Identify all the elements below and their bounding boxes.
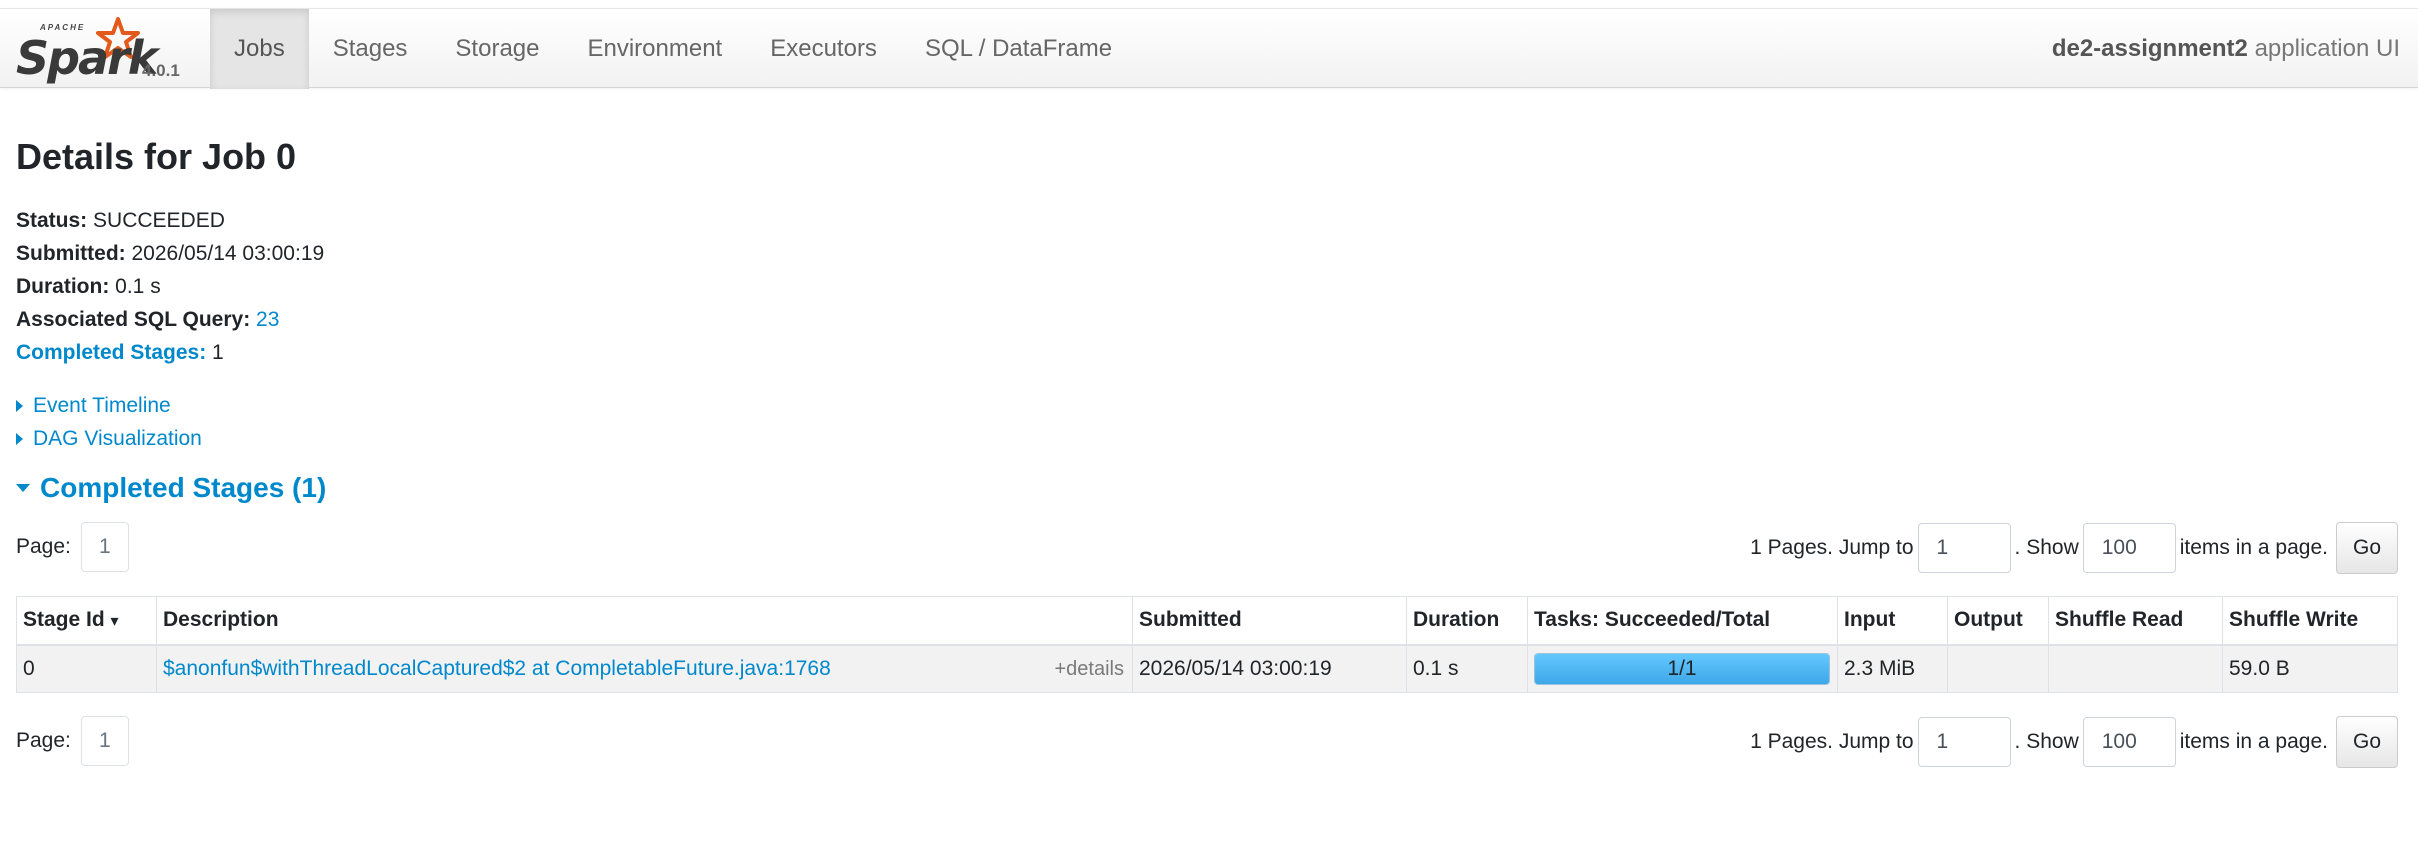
tasks-progress-label: 1/1: [1667, 656, 1697, 680]
tab-executors[interactable]: Executors: [746, 9, 901, 89]
pages-jump-text: 1 Pages. Jump to: [1750, 730, 1914, 753]
duration-cell: 0.1 s: [1406, 644, 1528, 693]
status-value: SUCCEEDED: [93, 209, 225, 232]
duration-value: 0.1 s: [115, 275, 161, 298]
page-size-input[interactable]: [2082, 523, 2176, 573]
page-size-input[interactable]: [2082, 717, 2176, 767]
pages-jump-text: 1 Pages. Jump to: [1750, 536, 1914, 559]
shuffle-read-cell: [2048, 644, 2223, 693]
bottom-page-nav: Page: 1: [16, 716, 129, 766]
column-header-stage-id[interactable]: Stage Id ▾: [16, 596, 157, 646]
output-cell: [1947, 644, 2049, 693]
submitted-cell: 2026/05/14 03:00:19: [1132, 644, 1407, 693]
top-page-nav: Page: 1: [16, 522, 129, 572]
event-timeline-label: Event Timeline: [33, 394, 171, 417]
sql-query-row: Associated SQL Query: 23: [16, 303, 324, 336]
column-header-submitted[interactable]: Submitted: [1132, 596, 1407, 646]
tab-environment[interactable]: Environment: [563, 9, 746, 89]
bottom-page-controls: 1 Pages. Jump to . Show items in a page.…: [1750, 716, 2398, 768]
page-number-button[interactable]: 1: [80, 522, 129, 572]
logo-spark-text: Spark: [16, 31, 158, 85]
arrow-down-icon: [16, 484, 30, 492]
dag-visualization-label: DAG Visualization: [33, 427, 202, 450]
details-toggle[interactable]: +details: [1055, 658, 1125, 681]
completed-stages-row: Completed Stages: 1: [16, 336, 324, 369]
page-title: Details for Job 0: [16, 136, 297, 177]
sort-desc-icon: ▾: [110, 613, 119, 631]
go-button[interactable]: Go: [2336, 522, 2398, 574]
completed-stages-header[interactable]: Completed Stages (1): [16, 472, 326, 504]
column-header-input[interactable]: Input: [1837, 596, 1948, 646]
tasks-progress-bar: 1/1: [1534, 652, 1830, 685]
submitted-value: 2026/05/14 03:00:19: [131, 242, 325, 265]
items-in-page-text: items in a page.: [2179, 536, 2328, 559]
description-cell: $anonfun$withThreadLocalCaptured$2 at Co…: [156, 644, 1133, 693]
stage-description-link[interactable]: $anonfun$withThreadLocalCaptured$2 at Co…: [163, 657, 831, 680]
table-header-row: Stage Id ▾ Description Submitted Duratio…: [16, 596, 2398, 646]
tab-storage[interactable]: Storage: [431, 9, 563, 89]
page-label: Page:: [16, 729, 71, 752]
arrow-right-icon: [16, 433, 23, 445]
column-header-shuffle-read[interactable]: Shuffle Read: [2048, 596, 2223, 646]
duration-label: Duration:: [16, 275, 110, 298]
column-header-output[interactable]: Output: [1947, 596, 2049, 646]
page-number-button[interactable]: 1: [80, 716, 129, 766]
submitted-row: Submitted: 2026/05/14 03:00:19: [16, 237, 324, 270]
tab-sql-dataframe[interactable]: SQL / DataFrame: [901, 9, 1136, 89]
app-suffix: application UI: [2247, 35, 2400, 62]
column-header-description[interactable]: Description: [156, 596, 1133, 646]
spark-logo[interactable]: APACHE Spark 4.0.1: [14, 13, 194, 85]
duration-row: Duration: 0.1 s: [16, 270, 324, 303]
column-header-tasks[interactable]: Tasks: Succeeded/Total: [1527, 596, 1838, 646]
event-timeline-toggle[interactable]: Event Timeline: [16, 394, 171, 418]
show-text: . Show: [2014, 536, 2079, 559]
top-page-controls: 1 Pages. Jump to . Show items in a page.…: [1750, 522, 2398, 574]
job-summary: Status: SUCCEEDED Submitted: 2026/05/14 …: [16, 204, 324, 369]
column-header-shuffle-write[interactable]: Shuffle Write: [2222, 596, 2398, 646]
status-row: Status: SUCCEEDED: [16, 204, 324, 237]
dag-visualization-toggle[interactable]: DAG Visualization: [16, 427, 202, 451]
tab-jobs[interactable]: Jobs: [210, 9, 309, 89]
show-text: . Show: [2014, 730, 2079, 753]
completed-stages-table: Stage Id ▾ Description Submitted Duratio…: [16, 596, 2398, 693]
spark-version: 4.0.1: [142, 61, 180, 80]
tab-stages[interactable]: Stages: [309, 9, 432, 89]
shuffle-write-cell: 59.0 B: [2222, 644, 2398, 693]
submitted-label: Submitted:: [16, 242, 126, 265]
items-in-page-text: items in a page.: [2179, 730, 2328, 753]
status-label: Status:: [16, 209, 88, 232]
top-navbar: APACHE Spark 4.0.1 Jobs Stages Storage E…: [0, 8, 2418, 89]
completed-stages-link[interactable]: Completed Stages:: [16, 341, 206, 364]
stage-id-cell: 0: [16, 644, 157, 693]
completed-stages-title: Completed Stages (1): [40, 472, 327, 503]
app-name: de2-assignment2: [2051, 35, 2248, 62]
table-row: 0 $anonfun$withThreadLocalCaptured$2 at …: [16, 644, 2398, 693]
column-header-duration[interactable]: Duration: [1406, 596, 1528, 646]
go-button[interactable]: Go: [2336, 716, 2398, 768]
application-title: de2-assignment2 application UI: [2052, 9, 2400, 89]
completed-stages-value: 1: [212, 341, 224, 364]
jump-to-page-input[interactable]: [1917, 523, 2011, 573]
arrow-right-icon: [16, 400, 23, 412]
sql-query-link[interactable]: 23: [256, 308, 279, 331]
completed-stages-label: Completed Stages:: [16, 341, 207, 364]
jump-to-page-input[interactable]: [1917, 717, 2011, 767]
tasks-cell: 1/1: [1527, 644, 1838, 693]
sql-query-label: Associated SQL Query:: [16, 308, 251, 331]
nav-tabs: Jobs Stages Storage Environment Executor…: [210, 9, 1136, 89]
page-label: Page:: [16, 535, 71, 558]
input-cell: 2.3 MiB: [1837, 644, 1948, 693]
